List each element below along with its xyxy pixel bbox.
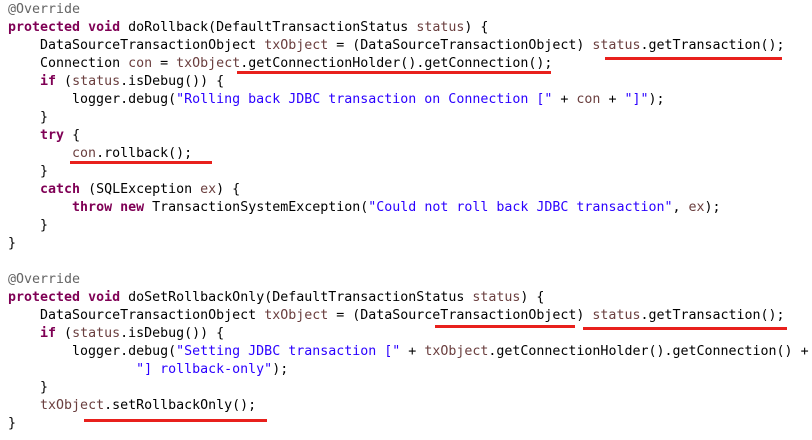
code-line-24: } [8,416,17,431]
code-line-23: txObject.setRollbackOnly(); [40,398,257,413]
code-line-20: logger.debug("Setting JDBC transaction [… [8,344,809,359]
code-line-14: } [8,236,17,251]
highlight-underline-get-transaction-2 [435,325,575,328]
code-line-10: } [8,164,49,179]
code-line-16: @Override [8,272,81,287]
code-line-22: } [8,380,49,395]
code-line-12: throw new TransactionSystemException("Co… [72,200,721,215]
highlight-underline-con-rollback [70,161,212,164]
code-line-8: try { [40,128,81,143]
highlight-underline-get-transaction-3 [583,327,787,330]
code-line-13: } [8,218,49,233]
code-line-3: DataSourceTransactionObject txObject = (… [8,38,785,53]
code-line-17: protected void doSetRollbackOnly(Default… [8,290,545,305]
code-line-21: "] rollback-only"); [136,362,289,377]
code-line-6: logger.debug("Rolling back JDBC transact… [8,92,665,107]
code-line-5: if (status.isDebug()) { [40,74,225,89]
code-line-1: @Override [8,2,81,17]
code-line-19: if (status.isDebug()) { [40,326,225,341]
code-line-2: protected void doRollback(DefaultTransac… [8,20,489,35]
highlight-underline-get-connection [237,71,551,74]
code-editor[interactable]: @Override protected void doRollback(Defa… [0,0,812,440]
highlight-underline-set-rollback-only [84,419,267,422]
code-line-11: catch (SQLException ex) { [40,182,241,197]
code-line-7: } [8,110,49,125]
code-line-18: DataSourceTransactionObject txObject = (… [8,308,785,323]
highlight-underline-get-transaction-1 [605,57,782,60]
